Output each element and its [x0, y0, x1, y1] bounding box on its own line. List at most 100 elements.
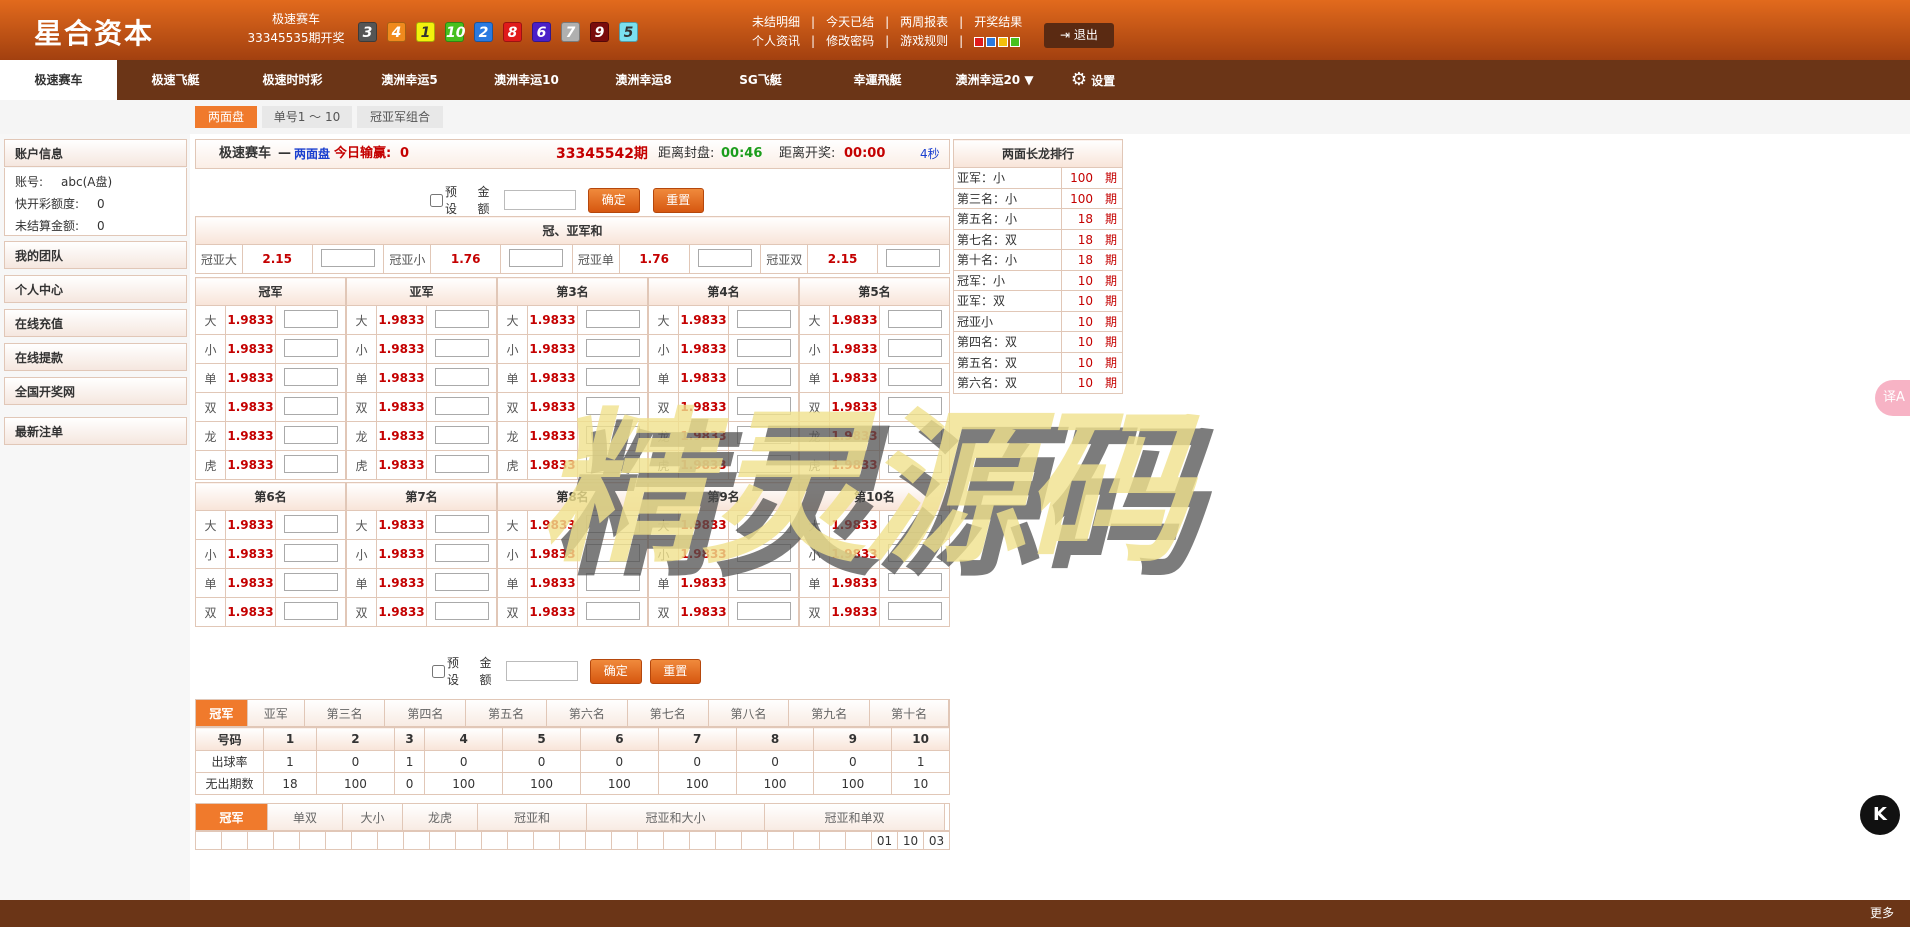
- road-tab[interactable]: 冠亚和单双: [765, 804, 945, 830]
- color-theme-swatch[interactable]: [998, 36, 1009, 47]
- road-tab[interactable]: 单双: [268, 804, 343, 830]
- stats-tab[interactable]: 第九名: [789, 700, 871, 726]
- bet-amount-input[interactable]: [736, 514, 791, 533]
- bet-amount-input[interactable]: [887, 454, 942, 473]
- top-link[interactable]: 两周报表: [900, 13, 948, 32]
- bet-amount-input[interactable]: [434, 543, 489, 562]
- bet-amount-input[interactable]: [585, 514, 640, 533]
- road-tab[interactable]: 大小: [343, 804, 403, 830]
- road-tab[interactable]: 冠亚和大小: [587, 804, 765, 830]
- road-tab[interactable]: 冠亚和: [478, 804, 587, 830]
- sidebar-menu-item[interactable]: 我的团队: [4, 241, 187, 269]
- bet-amount-input[interactable]: [585, 396, 640, 415]
- stats-tab[interactable]: 第八名: [708, 700, 790, 726]
- bet-amount-input[interactable]: [509, 248, 564, 267]
- bet-amount-input[interactable]: [434, 338, 489, 357]
- top-link[interactable]: 个人资讯: [752, 32, 800, 51]
- translate-button[interactable]: 译A: [1875, 380, 1910, 416]
- bet-amount-input[interactable]: [887, 514, 942, 533]
- bet-amount-input[interactable]: [434, 309, 489, 328]
- nav-tab[interactable]: 极速赛车: [0, 60, 117, 100]
- amount-input-bottom[interactable]: [506, 661, 578, 681]
- preset-checkbox-bottom[interactable]: [432, 664, 445, 678]
- nav-tab[interactable]: 澳洲幸运20 ▼: [936, 60, 1053, 100]
- bet-amount-input[interactable]: [283, 601, 338, 620]
- top-link[interactable]: 未结明细: [752, 13, 800, 32]
- k-float-button[interactable]: K: [1860, 795, 1900, 835]
- nav-tab[interactable]: 澳洲幸运5: [351, 60, 468, 100]
- stats-tab[interactable]: 第三名: [304, 700, 386, 726]
- reset-button-bottom[interactable]: 重置: [649, 658, 702, 684]
- color-theme-swatch[interactable]: [1010, 36, 1021, 47]
- subtab-combo[interactable]: 冠亚军组合: [357, 106, 443, 128]
- bet-amount-input[interactable]: [585, 425, 640, 444]
- subtab-two-sides[interactable]: 两面盘: [195, 106, 257, 128]
- road-tab[interactable]: 龙虎: [403, 804, 478, 830]
- stats-tab[interactable]: 亚军: [247, 700, 305, 726]
- bet-amount-input[interactable]: [321, 248, 376, 267]
- bet-amount-input[interactable]: [887, 367, 942, 386]
- confirm-button-bottom[interactable]: 确定: [590, 658, 642, 684]
- nav-tab[interactable]: 幸運飛艇: [819, 60, 936, 100]
- bet-amount-input[interactable]: [585, 367, 640, 386]
- bet-amount-input[interactable]: [585, 601, 640, 620]
- top-link[interactable]: 游戏规则: [900, 32, 948, 51]
- bet-amount-input[interactable]: [887, 309, 942, 328]
- bet-amount-input[interactable]: [887, 425, 942, 444]
- bet-amount-input[interactable]: [887, 543, 942, 562]
- stats-tab[interactable]: 第四名: [385, 700, 467, 726]
- road-tab[interactable]: 冠军: [196, 804, 268, 830]
- bet-amount-input[interactable]: [434, 454, 489, 473]
- bet-amount-input[interactable]: [434, 514, 489, 533]
- bet-amount-input[interactable]: [736, 425, 791, 444]
- sidebar-menu-item[interactable]: 在线提款: [4, 343, 187, 371]
- bet-amount-input[interactable]: [434, 572, 489, 591]
- sidebar-menu-item[interactable]: 全国开奖网: [4, 377, 187, 405]
- bet-amount-input[interactable]: [585, 454, 640, 473]
- stats-tab[interactable]: 冠军: [196, 700, 248, 726]
- logout-button[interactable]: ⇥ 退出: [1044, 23, 1114, 48]
- nav-tab[interactable]: 极速飞艇: [117, 60, 234, 100]
- bet-amount-input[interactable]: [434, 396, 489, 415]
- nav-tab[interactable]: 澳洲幸运10: [468, 60, 585, 100]
- bet-amount-input[interactable]: [886, 248, 941, 267]
- bet-amount-input[interactable]: [283, 309, 338, 328]
- amount-input[interactable]: [504, 190, 576, 210]
- bet-amount-input[interactable]: [283, 338, 338, 357]
- nav-tab[interactable]: SG飞艇: [702, 60, 819, 100]
- bet-amount-input[interactable]: [887, 572, 942, 591]
- stats-tab[interactable]: 第十名: [870, 700, 949, 726]
- bet-amount-input[interactable]: [283, 396, 338, 415]
- sidebar-menu-item[interactable]: 个人中心: [4, 275, 187, 303]
- bet-amount-input[interactable]: [283, 425, 338, 444]
- reset-button[interactable]: 重置: [652, 187, 705, 213]
- bet-amount-input[interactable]: [736, 367, 791, 386]
- bet-amount-input[interactable]: [283, 367, 338, 386]
- refresh-timer[interactable]: 4秒: [920, 140, 940, 168]
- bet-amount-input[interactable]: [585, 543, 640, 562]
- bet-amount-input[interactable]: [585, 309, 640, 328]
- bet-amount-input[interactable]: [736, 543, 791, 562]
- bet-amount-input[interactable]: [736, 454, 791, 473]
- bet-amount-input[interactable]: [736, 338, 791, 357]
- subtab-single[interactable]: 单号1 ～ 10: [262, 106, 352, 128]
- bet-amount-input[interactable]: [736, 572, 791, 591]
- preset-checkbox[interactable]: [430, 193, 443, 207]
- color-theme-swatch[interactable]: [974, 36, 985, 47]
- bet-amount-input[interactable]: [585, 338, 640, 357]
- stats-tab[interactable]: 第五名: [466, 700, 548, 726]
- top-link[interactable]: 开奖结果: [974, 13, 1022, 32]
- stats-tab[interactable]: 第六名: [547, 700, 628, 726]
- bet-amount-input[interactable]: [697, 248, 752, 267]
- bet-amount-input[interactable]: [585, 572, 640, 591]
- stats-tab[interactable]: 第七名: [627, 700, 709, 726]
- sidebar-menu-item[interactable]: 在线充值: [4, 309, 187, 337]
- bet-amount-input[interactable]: [887, 396, 942, 415]
- nav-tab[interactable]: 极速时时彩: [234, 60, 351, 100]
- nav-tab[interactable]: 澳洲幸运8: [585, 60, 702, 100]
- top-link[interactable]: 修改密码: [826, 32, 874, 51]
- top-link[interactable]: 今天已结: [826, 13, 874, 32]
- sidebar-menu-item[interactable]: 最新注单: [4, 417, 187, 445]
- bet-amount-input[interactable]: [434, 367, 489, 386]
- bet-amount-input[interactable]: [283, 572, 338, 591]
